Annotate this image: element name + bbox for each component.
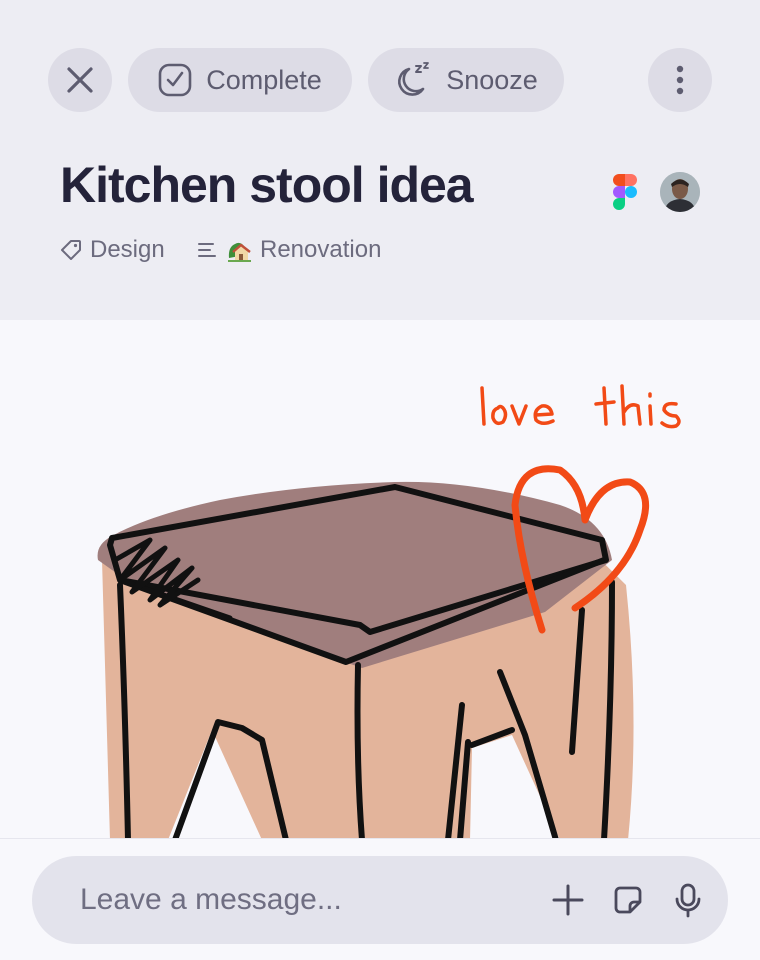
complete-button[interactable]: Complete xyxy=(128,48,352,112)
plus-icon[interactable] xyxy=(550,882,586,918)
more-options-button[interactable] xyxy=(648,48,712,112)
message-input[interactable] xyxy=(80,856,520,944)
tag-chip[interactable]: Design xyxy=(60,234,165,266)
tag-icon xyxy=(61,240,81,260)
more-vertical-icon xyxy=(676,65,684,95)
tag-label: Design xyxy=(90,236,165,263)
mic-icon[interactable] xyxy=(670,882,706,918)
avatar-image xyxy=(660,172,700,212)
task-title: Kitchen stool idea xyxy=(60,157,474,213)
task-header: Complete Snooze Kitchen stool idea Desig… xyxy=(0,0,760,320)
figma-icon[interactable] xyxy=(612,173,638,211)
project-label: Renovation xyxy=(260,236,382,263)
sketch-canvas xyxy=(0,320,760,840)
snooze-moon-icon xyxy=(398,62,430,96)
check-square-icon xyxy=(158,63,192,97)
house-emoji-icon xyxy=(228,242,251,262)
avatar[interactable] xyxy=(660,172,700,212)
close-icon xyxy=(67,67,93,93)
project-chip[interactable]: Renovation xyxy=(196,234,381,266)
stool-sketch xyxy=(97,384,681,840)
close-button[interactable] xyxy=(48,48,112,112)
snooze-button[interactable]: Snooze xyxy=(368,48,564,112)
complete-label: Complete xyxy=(206,64,322,95)
sticker-icon[interactable] xyxy=(610,882,646,918)
snooze-label: Snooze xyxy=(446,64,538,95)
love-this-annotation xyxy=(480,384,681,429)
list-icon xyxy=(198,243,216,257)
message-composer xyxy=(32,856,728,944)
